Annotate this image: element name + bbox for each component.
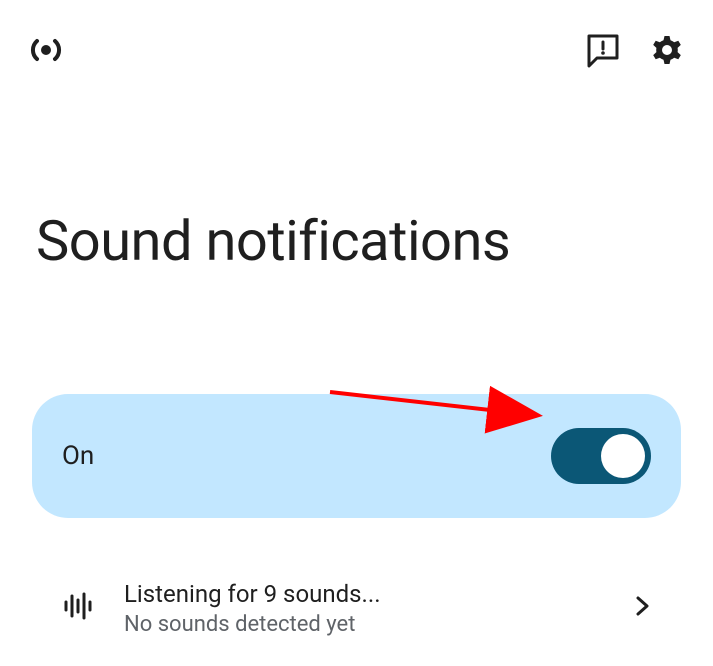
gear-icon[interactable] — [649, 32, 685, 68]
master-toggle-card: On — [32, 394, 681, 518]
annotation-arrow — [0, 0, 713, 637]
listening-title: Listening for 9 sounds... — [124, 580, 603, 608]
soundwave-icon — [60, 588, 96, 628]
listening-row[interactable]: Listening for 9 sounds... No sounds dete… — [32, 550, 681, 666]
page-title: Sound notifications — [0, 208, 713, 274]
master-toggle[interactable] — [551, 428, 651, 484]
toggle-label: On — [62, 441, 94, 471]
broadcast-icon[interactable] — [24, 28, 68, 72]
chevron-right-icon — [631, 595, 653, 621]
listening-subtitle: No sounds detected yet — [124, 612, 603, 637]
listening-texts: Listening for 9 sounds... No sounds dete… — [124, 580, 603, 637]
topbar-right — [585, 32, 685, 68]
topbar-left — [24, 28, 68, 72]
topbar — [0, 0, 713, 72]
feedback-icon[interactable] — [585, 32, 621, 68]
toggle-knob — [601, 434, 645, 478]
